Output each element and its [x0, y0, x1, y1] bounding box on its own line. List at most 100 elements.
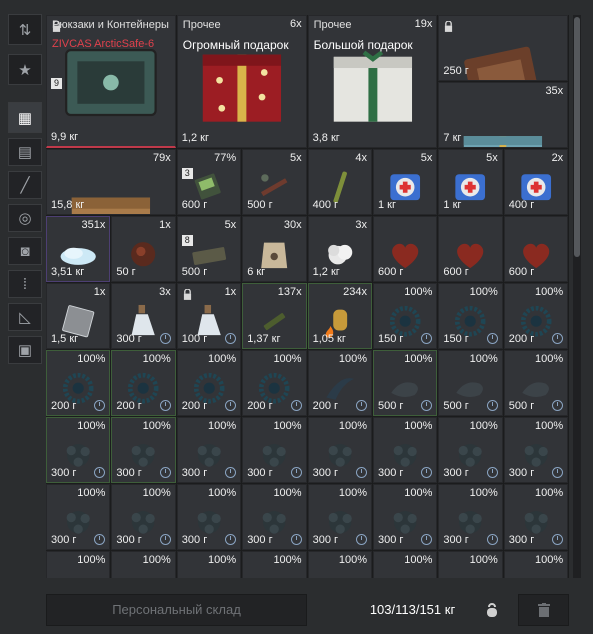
inventory-item[interactable]: 100% — [111, 551, 176, 578]
trash-icon — [537, 603, 550, 617]
inventory-item[interactable]: 100% 300 г — [307, 417, 372, 483]
item-weight: 300 г — [247, 467, 273, 479]
item-weight: 600 г — [378, 266, 404, 278]
inventory-item[interactable]: 100% — [176, 551, 242, 578]
inventory-item[interactable]: 100% — [307, 551, 372, 578]
inventory-item[interactable]: 100% — [373, 551, 438, 578]
inventory-item[interactable]: 100% 300 г — [373, 484, 438, 550]
inventory-item[interactable]: 100% 200 г — [503, 283, 569, 349]
sidebar-grenade-button[interactable]: ◎ — [8, 204, 42, 232]
inventory-item[interactable]: 137x 1,37 кг — [242, 283, 307, 349]
item-count: 100% — [142, 353, 171, 365]
inventory-item[interactable]: 600 г — [503, 216, 569, 282]
item-weight: 500 г — [378, 400, 404, 412]
item-weight: 300 г — [378, 467, 404, 479]
inventory-item[interactable]: 600 г — [373, 216, 438, 282]
inventory-item[interactable]: 100% 200 г — [111, 350, 176, 416]
inventory-item[interactable]: 234x 1,05 кг — [307, 283, 372, 349]
clock-icon — [421, 467, 433, 478]
clock-icon — [355, 400, 367, 411]
inventory-item[interactable]: 77% 600 г 3 — [176, 149, 242, 215]
item-count: 5x — [224, 219, 237, 231]
clock-icon — [421, 333, 433, 344]
inventory-item[interactable]: 5x 500 г 8 — [176, 216, 242, 282]
inventory-item[interactable]: 100% 300 г — [46, 417, 111, 483]
item-weight: 600 г — [181, 199, 208, 211]
inventory-item[interactable]: 100% 300 г — [373, 417, 438, 483]
inventory-item[interactable]: Рюкзаки и Контейнеры ZIVCAS ArcticSafe-6 9… — [46, 15, 176, 148]
inventory-item[interactable]: 3x 1,2 кг — [307, 216, 372, 282]
inventory-item[interactable]: Прочее Большой подарок 19x 3,8 кг — [307, 15, 438, 148]
inventory-item[interactable]: 100% 500 г — [373, 350, 438, 416]
inventory-item[interactable]: 100% 200 г — [307, 350, 372, 416]
inventory-grid: Рюкзаки и Контейнеры ZIVCAS ArcticSafe-6 9… — [46, 15, 569, 578]
inventory-item[interactable]: 100% — [46, 551, 111, 578]
inventory-item[interactable]: 100% — [438, 551, 503, 578]
inventory-item[interactable]: 30x 6 кг — [242, 216, 307, 282]
inventory-item[interactable]: 100% 300 г — [307, 484, 372, 550]
storage-button[interactable]: Персональный склад — [46, 594, 307, 626]
scrollbar-thumb[interactable] — [574, 17, 580, 257]
sidebar-container-button[interactable]: ▣ — [8, 336, 42, 364]
item-count: 100% — [208, 420, 237, 432]
sidebar-device-button[interactable]: ◙ — [8, 237, 42, 265]
sidebar-tools-button[interactable]: ◺ — [8, 303, 42, 331]
trash-button[interactable] — [518, 594, 569, 626]
sidebar-favorite-star-button[interactable]: ★ — [8, 54, 42, 85]
inventory-item[interactable]: 79x 15,8 кг — [46, 149, 176, 215]
item-weight: 300 г — [116, 333, 142, 345]
inventory-item[interactable]: 100% 300 г — [176, 417, 242, 483]
inventory-item[interactable]: 100% 300 г — [111, 484, 176, 550]
inventory-item[interactable]: 100% 300 г — [111, 417, 176, 483]
sidebar-sort-button[interactable]: ⇅ — [8, 14, 42, 45]
inventory-item[interactable]: 100% 500 г — [503, 350, 569, 416]
inventory-item[interactable]: 100% 300 г — [242, 417, 307, 483]
inventory-item[interactable]: 351x 3,51 кг — [46, 216, 111, 282]
inventory-item[interactable]: 5x 1 кг — [373, 149, 438, 215]
sidebar-armor-button[interactable]: ▤ — [8, 138, 42, 166]
item-count: 100% — [338, 353, 367, 365]
clock-icon — [421, 400, 433, 411]
inventory-item[interactable]: 100% — [242, 551, 307, 578]
inventory-item[interactable]: 1x 100 г — [176, 283, 242, 349]
all-items-grid-icon: ▦ — [17, 109, 33, 127]
inventory-item[interactable]: Прочее Огромный подарок 6x 1,2 кг — [176, 15, 307, 148]
inventory-item[interactable]: 100% 300 г — [503, 484, 569, 550]
clock-icon — [225, 534, 237, 545]
item-count: 100% — [469, 353, 498, 365]
inventory-item[interactable]: 3x 300 г — [111, 283, 176, 349]
item-weight: 200 г — [312, 400, 339, 412]
inventory-item[interactable]: 250 г — [438, 15, 569, 81]
inventory-item[interactable]: 100% 150 г — [438, 283, 503, 349]
clock-icon — [159, 333, 171, 344]
inventory-item[interactable]: 100% 500 г — [438, 350, 503, 416]
inventory-item[interactable]: 100% 300 г — [176, 484, 242, 550]
item-weight: 15,8 кг — [51, 199, 85, 211]
sidebar-ammo-button[interactable]: ⁞ — [8, 270, 42, 298]
inventory-item[interactable]: 100% 200 г — [46, 350, 111, 416]
inventory-item[interactable]: 35x 7 кг — [438, 82, 569, 148]
inventory-item[interactable]: 100% 200 г — [176, 350, 242, 416]
inventory-item[interactable]: 100% 150 г — [373, 283, 438, 349]
inventory-item[interactable]: 100% 300 г — [438, 417, 503, 483]
inventory-item[interactable]: 100% 300 г — [46, 484, 111, 550]
inventory-item[interactable]: 100% 300 г — [438, 484, 503, 550]
inventory-item[interactable]: 2x 400 г — [503, 149, 569, 215]
item-weight: 200 г — [247, 400, 273, 412]
inventory-item[interactable]: 5x 1 кг — [438, 149, 503, 215]
inventory-item[interactable]: 100% 300 г — [503, 417, 569, 483]
item-weight: 1 кг — [378, 199, 396, 211]
inventory-item[interactable]: 1x 1,5 кг — [46, 283, 111, 349]
item-count: 100% — [469, 286, 498, 298]
sidebar-weapon-button[interactable]: ╱ — [8, 171, 42, 199]
item-weight: 200 г — [508, 333, 535, 345]
sidebar-all-items-grid-button[interactable]: ▦ — [8, 102, 42, 133]
inventory-item[interactable]: 100% 200 г — [242, 350, 307, 416]
inventory-item[interactable]: 1x 50 г — [111, 216, 176, 282]
inventory-item[interactable]: 4x 400 г — [307, 149, 372, 215]
inventory-item[interactable]: 600 г — [438, 216, 503, 282]
inventory-item[interactable]: 100% 300 г — [242, 484, 307, 550]
lock-icon — [52, 21, 61, 32]
inventory-item[interactable]: 5x 500 г — [242, 149, 307, 215]
inventory-item[interactable]: 100% — [503, 551, 569, 578]
